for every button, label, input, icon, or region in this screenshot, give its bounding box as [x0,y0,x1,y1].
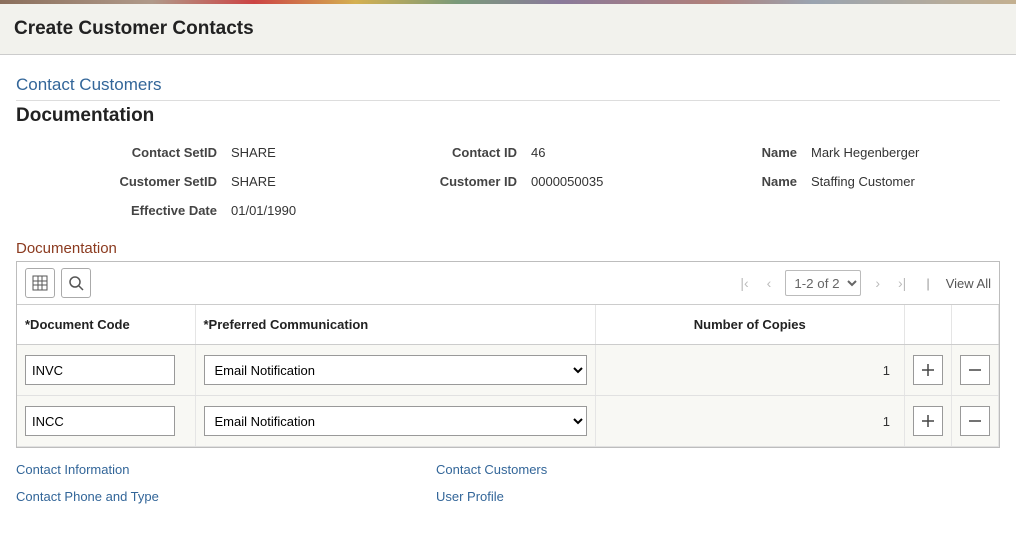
find-button[interactable] [61,268,91,298]
pager-separator: | [926,276,929,291]
document-code-input[interactable] [26,407,214,435]
value-contact-name: Mark Hegenberger [811,145,1000,160]
bottom-links: Contact Information Contact Customers Co… [16,462,1000,504]
number-of-copies-value: 1 [595,345,905,396]
personalize-grid-button[interactable] [25,268,55,298]
col-preferred-communication[interactable]: *Preferred Communication [195,305,595,345]
link-contact-phone-and-type[interactable]: Contact Phone and Type [16,489,436,504]
minus-icon [968,414,982,428]
label-effective-date: Effective Date [16,203,231,218]
link-contact-information[interactable]: Contact Information [16,462,436,477]
col-add [905,305,952,345]
section-title: Documentation [16,105,1000,127]
grid-title: Documentation [16,240,1000,257]
document-code-lookup [25,355,175,385]
delete-row-button[interactable] [960,406,990,436]
link-contact-customers[interactable]: Contact Customers [436,462,1000,477]
documentation-grid: |‹ ‹ 1-2 of 2 › ›| | View All *Document … [16,261,1000,448]
documentation-table: *Document Code *Preferred Communication … [17,305,999,447]
preferred-communication-select[interactable]: Email Notification [204,355,587,385]
grid-icon [32,275,48,291]
preferred-communication-select[interactable]: Email Notification [204,406,587,436]
view-all-link[interactable]: View All [946,276,991,291]
first-page-button[interactable]: |‹ [736,275,752,291]
value-contact-setid: SHARE [231,145,391,160]
label-customer-name: Name [691,174,811,189]
table-row: Email Notification 1 [17,345,999,396]
plus-icon [921,414,935,428]
plus-icon [921,363,935,377]
info-grid: Contact SetID SHARE Contact ID 46 Name M… [16,145,1000,218]
value-contact-id: 46 [531,145,691,160]
page-header: Create Customer Contacts [0,4,1016,55]
prev-page-button[interactable]: ‹ [763,275,776,291]
divider [16,100,1000,101]
label-customer-id: Customer ID [391,174,531,189]
search-icon [68,275,84,291]
label-customer-setid: Customer SetID [16,174,231,189]
document-code-lookup [25,406,175,436]
label-contact-setid: Contact SetID [16,145,231,160]
value-effective-date: 01/01/1990 [231,203,391,218]
col-delete [952,305,999,345]
add-row-button[interactable] [913,406,943,436]
label-contact-id: Contact ID [391,145,531,160]
minus-icon [968,363,982,377]
value-customer-setid: SHARE [231,174,391,189]
next-page-button[interactable]: › [871,275,884,291]
breadcrumb-link[interactable]: Contact Customers [16,75,162,95]
add-row-button[interactable] [913,355,943,385]
table-row: Email Notification 1 [17,396,999,447]
page-title: Create Customer Contacts [14,18,1000,40]
page-range-select[interactable]: 1-2 of 2 [785,270,861,296]
link-user-profile[interactable]: User Profile [436,489,1000,504]
number-of-copies-value: 1 [595,396,905,447]
col-document-code[interactable]: *Document Code [17,305,195,345]
label-contact-name: Name [691,145,811,160]
value-customer-name: Staffing Customer [811,174,1000,189]
col-number-of-copies[interactable]: Number of Copies [595,305,905,345]
document-code-input[interactable] [26,356,214,384]
last-page-button[interactable]: ›| [894,275,910,291]
value-customer-id: 0000050035 [531,174,691,189]
grid-toolbar: |‹ ‹ 1-2 of 2 › ›| | View All [17,262,999,305]
pager: |‹ ‹ 1-2 of 2 › ›| | View All [736,270,991,296]
delete-row-button[interactable] [960,355,990,385]
